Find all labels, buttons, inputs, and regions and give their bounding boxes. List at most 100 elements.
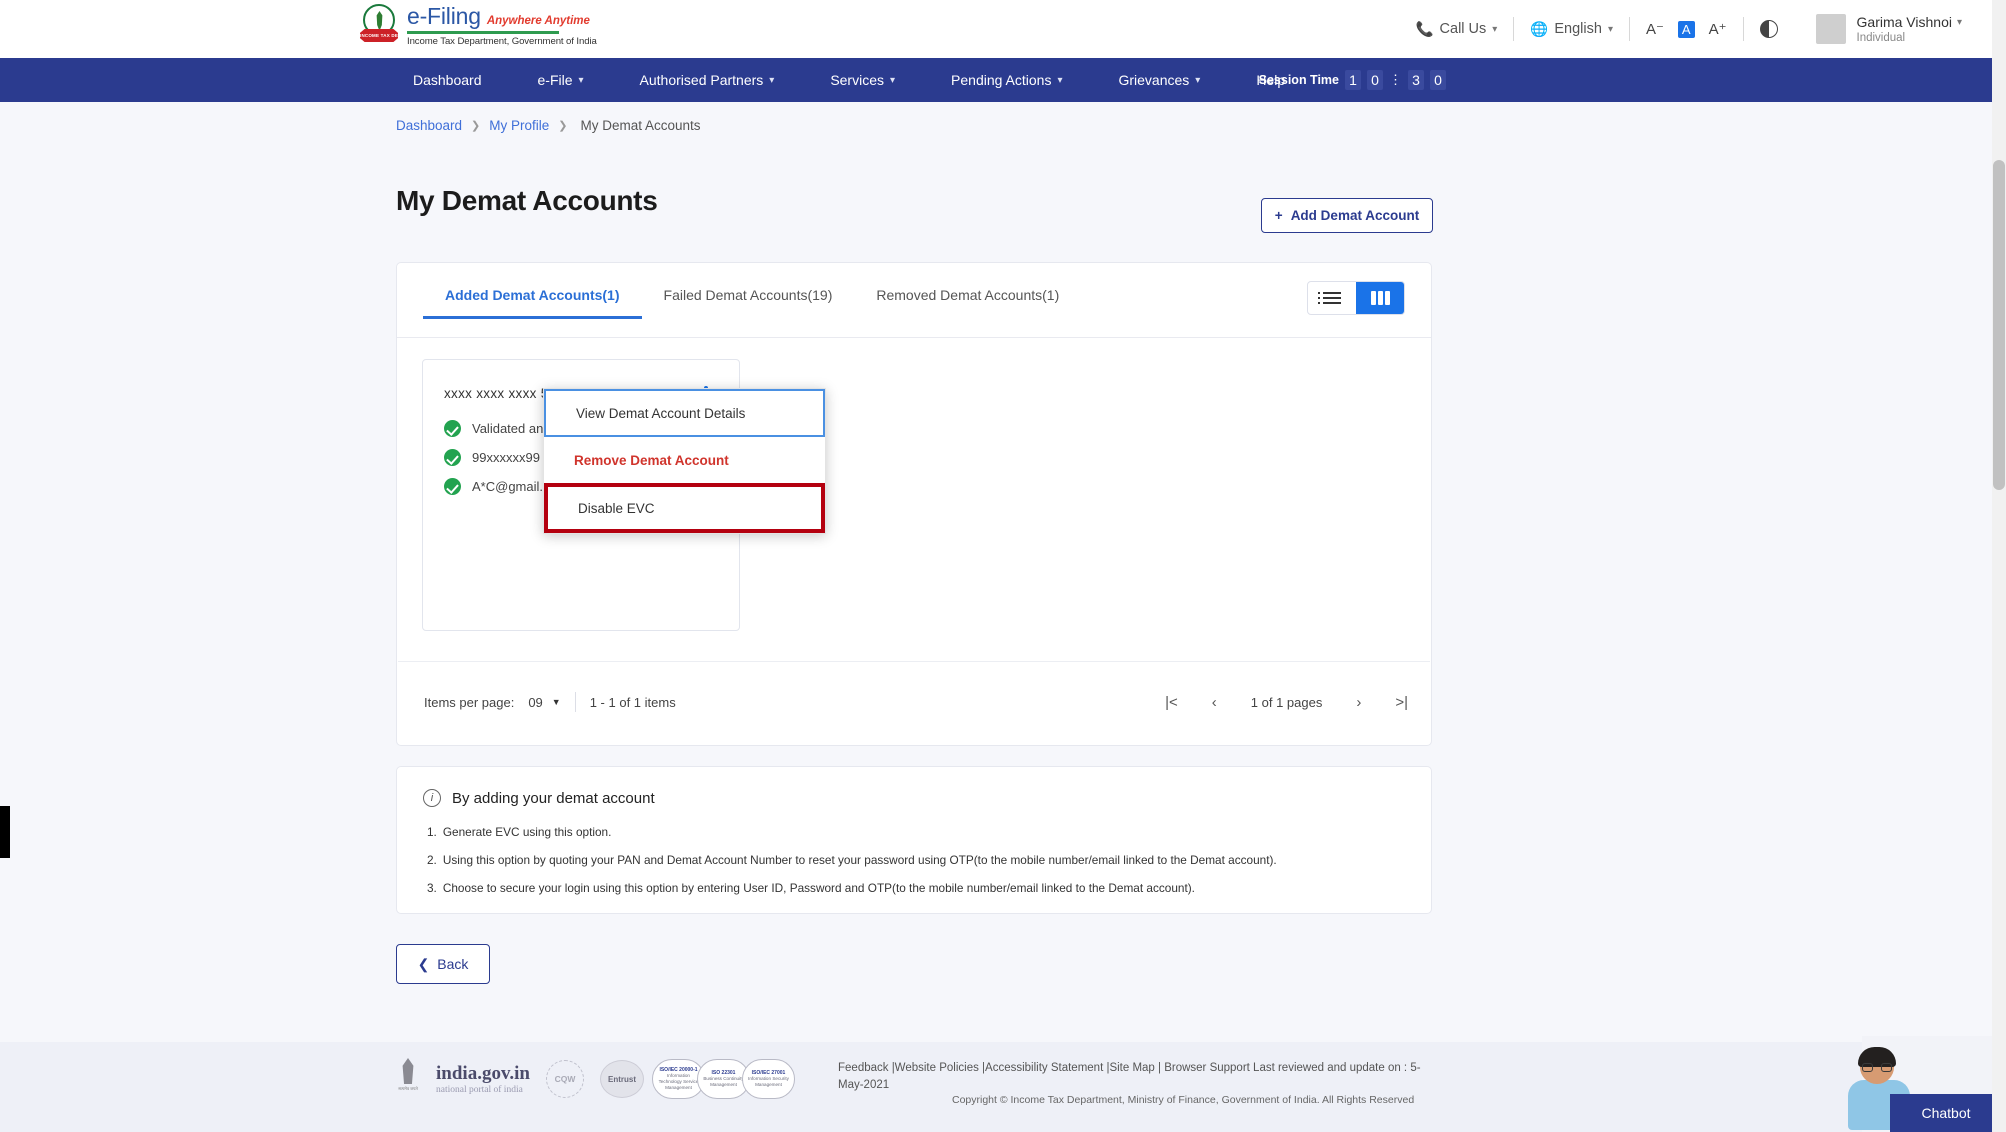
chevron-down-icon: ▾ — [578, 74, 584, 86]
menu-item-label: Remove Demat Account — [574, 452, 729, 468]
tab-label: Added Demat Accounts(1) — [445, 287, 620, 303]
tab-added-demat-accounts[interactable]: Added Demat Accounts(1) — [423, 287, 642, 319]
call-us-button[interactable]: 📞 Call Us ▾ — [1399, 21, 1513, 38]
tab-list: Added Demat Accounts(1) Failed Demat Acc… — [423, 287, 1081, 319]
iso-badge-text: Information Security Management — [748, 1076, 789, 1088]
footer-logos: सत्यमेव जयते india.gov.in national porta… — [396, 1058, 795, 1100]
chevron-right-icon: ❯ — [471, 120, 481, 132]
page-title: My Demat Accounts — [396, 185, 658, 216]
check-circle-icon — [444, 449, 461, 466]
info-list-item: 2. Using this option by quoting your PAN… — [427, 853, 1277, 867]
font-normal-button[interactable]: A — [1677, 20, 1695, 38]
india-gov-subtitle: national portal of india — [436, 1085, 523, 1095]
logo-divider — [407, 31, 559, 34]
tab-failed-demat-accounts[interactable]: Failed Demat Accounts(19) — [642, 287, 855, 319]
breadcrumb-my-profile[interactable]: My Profile — [489, 118, 549, 133]
session-timer: Session Time 1 0 ⋮ 3 0 — [1259, 70, 1446, 90]
tab-label: Removed Demat Accounts(1) — [876, 287, 1060, 303]
top-header: INCOME TAX DEPARTMENT e-Filing Anywhere … — [0, 0, 2006, 58]
back-button[interactable]: ❮ Back — [396, 944, 490, 984]
chevron-right-icon: ❯ — [558, 120, 568, 132]
iso-badge: ISO/IEC 27001 Information Security Manag… — [742, 1059, 795, 1099]
pagination-left: Items per page: 09 ▼ 1 - 1 of 1 items — [424, 692, 676, 712]
iso-badge-text: Business Continuity Management — [703, 1076, 744, 1088]
chevron-down-icon: ▾ — [1492, 23, 1498, 35]
india-gov-logo[interactable]: india.gov.in national portal of india — [436, 1063, 530, 1095]
plus-icon: + — [1274, 208, 1283, 223]
card-options-menu: View Demat Account Details Remove Demat … — [543, 388, 826, 534]
nav-item-grievances[interactable]: Grievances ▾ — [1090, 72, 1228, 88]
info-heading-text: By adding your demat account — [452, 789, 655, 807]
logo-brand: e-Filing — [407, 3, 481, 30]
next-page-button[interactable]: › — [1356, 694, 1361, 711]
chatbot-button[interactable]: Chatbot — [1890, 1094, 2002, 1132]
info-item-number: 3. — [427, 881, 437, 895]
nav-item-services[interactable]: Services ▾ — [802, 72, 923, 88]
check-circle-icon — [444, 420, 461, 437]
menu-item-view-demat-account-details[interactable]: View Demat Account Details — [544, 389, 825, 437]
menu-item-label: View Demat Account Details — [576, 405, 746, 421]
grid-view-button[interactable] — [1356, 282, 1404, 314]
page-scrollbar[interactable] — [1992, 0, 2006, 1132]
scrollbar-thumb[interactable] — [1993, 160, 2005, 490]
font-decrease-button[interactable]: A⁻ — [1646, 20, 1664, 38]
info-icon: i — [423, 789, 441, 807]
items-per-page-select[interactable]: 09 ▼ — [528, 695, 560, 710]
add-demat-account-button[interactable]: + Add Demat Account — [1261, 198, 1433, 233]
items-range-text: 1 - 1 of 1 items — [589, 694, 676, 710]
prev-page-button[interactable]: ‹ — [1212, 694, 1217, 711]
info-list-item: 1. Generate EVC using this option. — [427, 825, 611, 839]
india-gov-title: india.gov.in — [436, 1063, 530, 1084]
info-item-text: Using this option by quoting your PAN an… — [442, 853, 1277, 867]
info-panel: i By adding your demat account 1. Genera… — [396, 766, 1432, 914]
main-navigation: Dashboard e-File ▾ Authorised Partners ▾… — [0, 58, 2006, 102]
globe-icon: 🌐 — [1530, 21, 1549, 38]
check-circle-icon — [444, 478, 461, 495]
info-item-text: Generate EVC using this option. — [442, 825, 612, 839]
nav-item-dashboard[interactable]: Dashboard — [385, 72, 510, 88]
nav-item-authorised-partners[interactable]: Authorised Partners ▾ — [612, 72, 803, 88]
menu-item-disable-evc[interactable]: Disable EVC — [544, 483, 825, 533]
footer-links[interactable]: Feedback |Website Policies |Accessibilit… — [838, 1060, 1438, 1095]
info-item-text: Choose to secure your login using this o… — [442, 881, 1195, 895]
contrast-icon — [1759, 20, 1778, 38]
nav-label: Pending Actions — [951, 72, 1052, 88]
breadcrumb-current: My Demat Accounts — [580, 118, 701, 133]
session-timer-label: Session Time — [1258, 73, 1339, 87]
pagination-right: |< ‹ 1 of 1 pages › >| — [1165, 694, 1408, 711]
chevron-down-icon: ▾ — [1195, 74, 1201, 86]
nav-label: e-File — [537, 72, 573, 88]
demat-mobile-row: 99xxxxxx99 — [444, 449, 540, 466]
nav-item-pending-actions[interactable]: Pending Actions ▾ — [923, 72, 1090, 88]
font-increase-button[interactable]: A⁺ — [1709, 20, 1727, 38]
session-digit: 1 — [1345, 70, 1361, 90]
chevron-left-icon: ❮ — [417, 955, 430, 972]
entrust-seal-icon: Entrust — [600, 1060, 644, 1098]
cqw-seal-icon: CQW — [546, 1060, 584, 1098]
tabs-divider — [397, 337, 1431, 338]
income-tax-emblem-icon: INCOME TAX DEPARTMENT — [360, 3, 398, 47]
chevron-down-icon: ▾ — [1607, 23, 1613, 35]
nav-label: Dashboard — [413, 72, 482, 88]
items-per-page-value: 09 — [528, 694, 543, 710]
list-view-button[interactable] — [1308, 282, 1356, 314]
menu-item-remove-demat-account[interactable]: Remove Demat Account — [544, 437, 825, 483]
contrast-toggle-button[interactable] — [1744, 20, 1794, 38]
info-item-number: 2. — [427, 853, 437, 867]
back-label: Back — [437, 956, 469, 972]
nav-item-efile[interactable]: e-File ▾ — [510, 72, 612, 88]
last-page-button[interactable]: >| — [1395, 694, 1408, 711]
list-icon — [1318, 292, 1341, 305]
site-logo[interactable]: INCOME TAX DEPARTMENT e-Filing Anywhere … — [360, 3, 597, 47]
chatbot-widget[interactable]: Chatbot — [1846, 1036, 2002, 1132]
tab-removed-demat-accounts[interactable]: Removed Demat Accounts(1) — [854, 287, 1081, 319]
footer-copyright: Copyright © Income Tax Department, Minis… — [952, 1094, 1415, 1106]
iso-badges: ISO/IEC 20000-1 Information Technology S… — [652, 1059, 795, 1099]
first-page-button[interactable]: |< — [1165, 694, 1178, 711]
language-selector[interactable]: 🌐 English ▾ — [1514, 21, 1629, 38]
info-item-number: 1. — [427, 825, 437, 839]
iso-badge-text: Information Technology Service Managemen… — [658, 1073, 699, 1091]
user-profile-menu[interactable]: Garima Vishnoi ▾ Individual — [1794, 14, 2006, 44]
session-digit: 3 — [1408, 70, 1424, 90]
breadcrumb-dashboard[interactable]: Dashboard — [396, 118, 462, 133]
